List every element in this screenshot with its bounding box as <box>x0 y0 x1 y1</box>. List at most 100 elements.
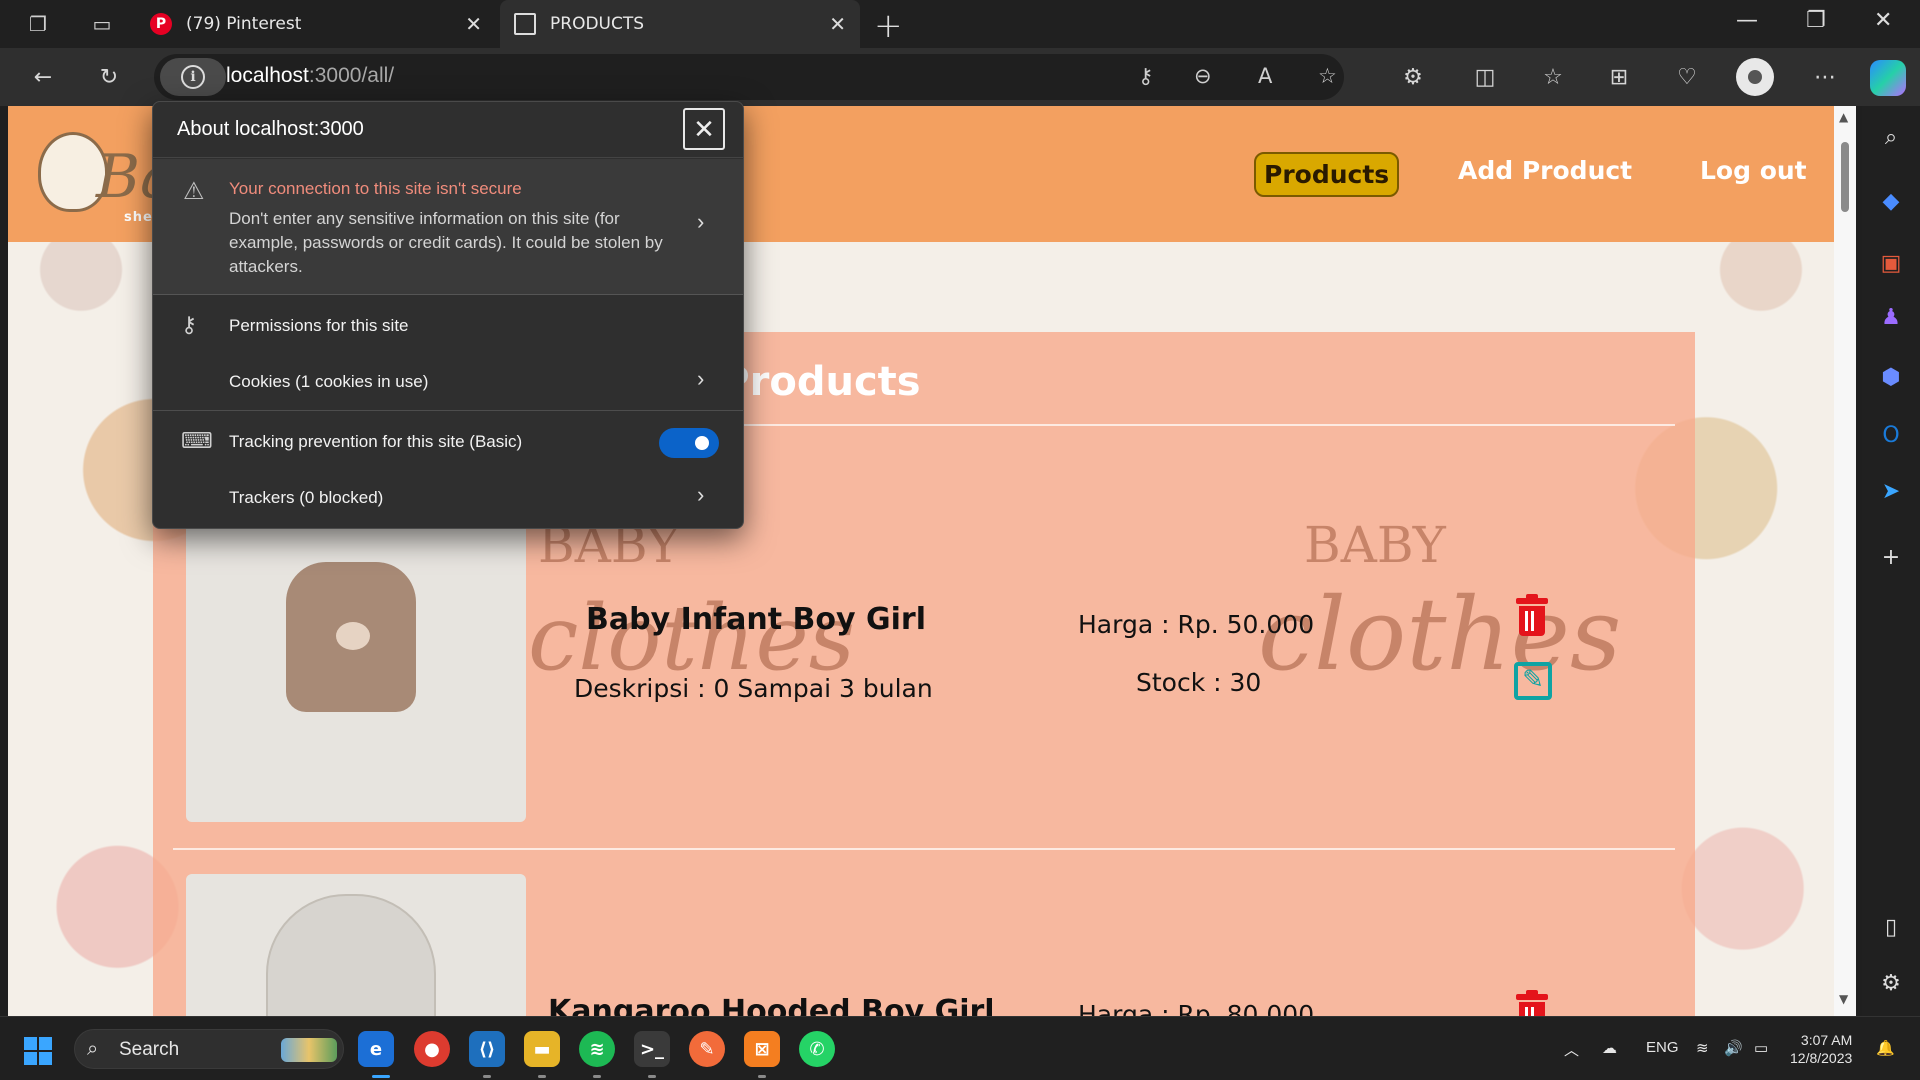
games-icon[interactable]: ♟ <box>1876 302 1906 332</box>
taskbar-search[interactable]: ⌕ Search <box>74 1029 344 1069</box>
wifi-icon[interactable]: ≋ <box>1696 1039 1709 1057</box>
minimize-icon[interactable]: — <box>1736 8 1758 33</box>
split-screen-icon[interactable]: ◫ <box>1468 60 1502 94</box>
battery-icon[interactable]: ▭ <box>1754 1039 1768 1057</box>
shopping-tag-icon[interactable]: ◆ <box>1876 186 1906 216</box>
stock-label: Stock <box>1136 668 1206 697</box>
notification-bell-icon[interactable]: 🔔 <box>1876 1039 1895 1057</box>
add-icon[interactable]: + <box>1876 542 1906 572</box>
extensions-icon[interactable]: ⚙ <box>1396 60 1430 94</box>
toolbox-icon[interactable]: ▣ <box>1876 248 1906 278</box>
copilot-icon[interactable] <box>1870 60 1906 96</box>
terminal-app-icon[interactable]: >_ <box>634 1031 670 1067</box>
url-text[interactable]: localhost:3000/all/ <box>226 64 394 88</box>
edit-icon[interactable]: ✎ <box>1514 662 1552 700</box>
stock-value: 30 <box>1229 668 1262 697</box>
connection-warning[interactable]: ⚠ Your connection to this site isn't sec… <box>153 159 743 295</box>
taskbar-clock[interactable]: 3:07 AM 12/8/2023 <box>1790 1031 1852 1067</box>
workspaces-icon[interactable]: ❐ <box>24 10 52 38</box>
browser-toolbar: ← ↻ i localhost:3000/all/ ⚷ ⊖ A ☆ ⚙ ◫ ☆ … <box>0 48 1920 106</box>
scroll-up-icon[interactable]: ▲ <box>1839 110 1848 124</box>
refresh-icon[interactable]: ↻ <box>92 60 126 94</box>
clock-time: 3:07 AM <box>1800 1032 1853 1048</box>
close-window-icon[interactable]: ✕ <box>1874 8 1892 33</box>
product-price: Harga : Rp. 80.000 <box>1078 1000 1314 1016</box>
copilot-sidebar-icon[interactable]: ⬢ <box>1876 362 1906 392</box>
profile-avatar[interactable] <box>1736 58 1774 96</box>
favorites-icon[interactable]: ☆ <box>1536 60 1570 94</box>
page-icon <box>514 13 536 35</box>
chrome-app-icon[interactable]: ● <box>414 1031 450 1067</box>
search-icon[interactable]: ⌕ <box>1876 122 1906 152</box>
toggle-knob <box>695 436 709 450</box>
favorite-star-icon[interactable]: ☆ <box>1318 64 1337 88</box>
clock-date: 12/8/2023 <box>1790 1050 1853 1066</box>
settings-gear-icon[interactable]: ⚙ <box>1876 968 1906 998</box>
nav-logout[interactable]: Log out <box>1700 156 1807 185</box>
chevron-right-icon[interactable]: › <box>697 366 704 392</box>
flyout-header: About localhost:3000 ✕ <box>153 102 743 158</box>
new-tab-button[interactable]: + <box>874 6 903 46</box>
nav-products[interactable]: Products <box>1254 152 1400 197</box>
separator: : <box>697 674 714 703</box>
trackers-row[interactable]: Trackers (0 blocked) <box>229 488 383 508</box>
collections-icon[interactable]: ⊞ <box>1602 60 1636 94</box>
site-info-button[interactable]: i <box>160 58 226 96</box>
chevron-right-icon[interactable]: › <box>697 482 704 508</box>
info-icon: i <box>181 65 205 89</box>
price-label: Harga <box>1078 1000 1154 1016</box>
edge-app-icon[interactable]: e <box>358 1031 394 1067</box>
tab-products[interactable]: PRODUCTS ✕ <box>500 0 860 48</box>
delete-trash-icon[interactable] <box>1516 594 1548 636</box>
vertical-tabs-icon[interactable]: ▭ <box>88 10 116 38</box>
key-icon: ⚷ <box>181 312 198 337</box>
xampp-app-icon[interactable]: ⊠ <box>744 1031 780 1067</box>
app-indicator <box>648 1075 656 1078</box>
restore-icon[interactable]: ❐ <box>1806 8 1826 33</box>
close-tab-icon[interactable]: ✕ <box>465 12 482 36</box>
scroll-down-icon[interactable]: ▼ <box>1839 992 1848 1006</box>
divider <box>173 848 1675 850</box>
cookies-row[interactable]: Cookies (1 cookies in use) <box>229 372 428 392</box>
spotify-app-icon[interactable]: ≋ <box>579 1031 615 1067</box>
file-explorer-app-icon[interactable]: ▬ <box>524 1031 560 1067</box>
separator: : <box>1213 668 1230 697</box>
windows-start-icon[interactable] <box>24 1037 52 1065</box>
tab-title: PRODUCTS <box>550 14 645 34</box>
page-scrollbar[interactable]: ▲ ▼ <box>1834 106 1856 1016</box>
delete-trash-icon[interactable] <box>1516 990 1548 1016</box>
search-highlight-image <box>281 1038 337 1062</box>
address-bar[interactable]: i localhost:3000/all/ ⚷ ⊖ A ☆ <box>154 54 1344 100</box>
whatsapp-app-icon[interactable]: ✆ <box>799 1031 835 1067</box>
nav-add-product[interactable]: Add Product <box>1458 156 1632 185</box>
more-menu-icon[interactable]: ⋯ <box>1808 60 1842 94</box>
browser-essentials-icon[interactable]: ♡ <box>1670 60 1704 94</box>
product-image[interactable] <box>186 874 526 1016</box>
app-indicator <box>538 1075 546 1078</box>
product-image[interactable] <box>186 522 526 822</box>
volume-icon[interactable]: 🔊 <box>1724 1039 1743 1057</box>
site-logo[interactable]: Bab sheet <box>28 114 214 234</box>
postman-app-icon[interactable]: ✎ <box>689 1031 725 1067</box>
tab-title: (79) Pinterest <box>186 14 302 34</box>
url-host: localhost <box>226 64 309 87</box>
send-icon[interactable]: ➤ <box>1876 476 1906 506</box>
permissions-label: Permissions for this site <box>229 316 409 335</box>
tab-pinterest[interactable]: P (79) Pinterest ✕ <box>136 0 496 48</box>
close-tab-icon[interactable]: ✕ <box>829 12 846 36</box>
tracking-toggle[interactable] <box>659 428 719 458</box>
back-arrow-icon[interactable]: ← <box>26 60 60 94</box>
app-indicator <box>483 1075 491 1078</box>
outlook-icon[interactable]: O <box>1876 420 1906 450</box>
vscode-app-icon[interactable]: ⟨⟩ <box>469 1031 505 1067</box>
tray-overflow-icon[interactable]: ︿ <box>1564 1039 1579 1060</box>
onedrive-cloud-icon[interactable]: ☁ <box>1602 1039 1617 1057</box>
language-indicator[interactable]: ENG <box>1646 1039 1679 1056</box>
sidebar-panel-icon[interactable]: ▯ <box>1876 912 1906 942</box>
key-icon[interactable]: ⚷ <box>1138 64 1153 88</box>
read-aloud-icon[interactable]: A <box>1258 64 1272 88</box>
close-icon[interactable]: ✕ <box>683 108 725 150</box>
zoom-out-icon[interactable]: ⊖ <box>1194 64 1212 88</box>
scroll-thumb[interactable] <box>1841 142 1849 212</box>
product-description: Deskripsi : 0 Sampai 3 bulan <box>574 674 933 703</box>
